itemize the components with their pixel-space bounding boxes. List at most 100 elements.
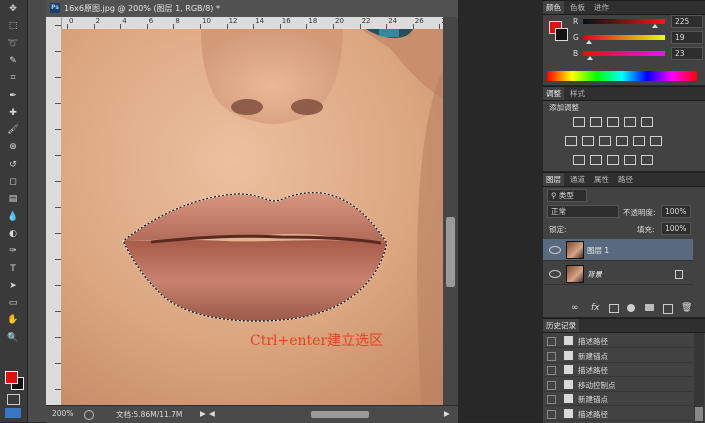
quick-select-tool[interactable]: ✎ [6,55,20,67]
document-tab[interactable]: Ps 16x6原图.jpg @ 200% (图层 1, RGB/8) * [46,0,458,18]
posterize-icon[interactable] [590,155,602,165]
quick-mask-button[interactable] [7,394,20,405]
levels-icon[interactable] [590,117,602,127]
history-item[interactable]: 新建锚点 [543,393,693,406]
status-arrow-icon[interactable]: ▶ [200,409,206,418]
history-checkbox[interactable] [547,351,556,361]
eraser-tool[interactable]: ◻ [6,176,20,188]
threshold-icon[interactable] [607,155,619,165]
new-layer-icon[interactable] [663,304,673,314]
tab-styles[interactable]: 样式 [567,87,588,100]
history-brush-tool[interactable]: ↺ [6,159,20,171]
lasso-tool[interactable]: ➰ [6,38,20,50]
visibility-eye-icon[interactable] [549,246,561,254]
crop-tool[interactable]: ⌗ [6,72,20,84]
history-scrollbar[interactable] [694,333,704,423]
horizontal-scrollbar-thumb[interactable] [311,411,369,418]
vibrance-icon[interactable] [641,117,653,127]
tab-channels[interactable]: 通道 [567,173,588,186]
shape-tool[interactable]: ▭ [6,297,20,309]
channel-value-input[interactable]: 225 [671,15,703,28]
zoom-tool[interactable]: 🔍 [6,332,20,344]
slider-handle[interactable] [587,56,594,60]
foreground-color-swatch[interactable] [5,371,18,384]
clone-stamp-tool[interactable]: ⊛ [6,141,20,153]
channel-mixer-icon[interactable] [633,136,645,146]
fx-icon[interactable]: fx [591,303,600,313]
history-checkbox[interactable] [547,337,556,346]
fill-input[interactable]: 100% [661,222,691,235]
visibility-eye-icon[interactable] [549,270,561,278]
marquee-tool[interactable]: ⬚ [6,20,20,32]
dodge-tool[interactable]: ◐ [6,228,20,240]
tab-swatches[interactable]: 色板 [567,1,588,14]
exposure-icon[interactable] [624,117,636,127]
tab-paths[interactable]: 路径 [615,173,636,186]
curves-icon[interactable] [607,117,619,127]
history-item[interactable]: 描述路径 [543,335,693,348]
slider-handle[interactable] [652,24,659,28]
delete-layer-icon[interactable]: 🗑 [681,303,692,313]
link-layers-icon[interactable]: ∞ [571,303,579,313]
layer-row[interactable]: 图层 1 [543,239,693,261]
brush-tool[interactable]: 🖌 [6,124,20,136]
pen-tool[interactable]: ✑ [6,245,20,257]
tab-adjustments[interactable]: 调整 [543,87,564,100]
crop-icon: ⌗ [10,73,16,84]
hand-tool[interactable]: ✋ [6,314,20,326]
blend-mode-select[interactable]: 正常 [547,205,619,218]
tab-color[interactable]: 颜色 [543,1,564,14]
history-scroll-thumb[interactable] [695,407,703,421]
color-balance-icon[interactable] [582,136,594,146]
history-checkbox[interactable] [547,409,556,419]
channel-slider[interactable] [583,19,665,28]
history-checkbox[interactable] [547,366,556,375]
channel-value-input[interactable]: 23 [671,47,703,60]
group-folder-icon[interactable] [645,304,654,311]
gradient-tool[interactable]: ▤ [6,193,20,205]
tab-properties[interactable]: 属性 [591,173,612,186]
bg-color-swatch[interactable] [555,28,568,41]
status-info-icon[interactable] [84,410,94,420]
channel-value-input[interactable]: 19 [671,31,703,44]
history-item[interactable]: 描述路径 [543,364,693,377]
black-white-icon[interactable] [599,136,611,146]
screen-mode-button[interactable] [5,408,21,418]
layer-row[interactable]: 背景 [543,263,693,285]
eyedropper-tool[interactable]: ✒ [6,90,20,102]
type-tool[interactable]: T [6,263,20,275]
blur-tool[interactable]: 💧 [6,211,20,223]
history-item[interactable]: 新建锚点 [543,350,693,363]
color-spectrum[interactable] [547,71,697,81]
channel-slider[interactable] [583,51,665,60]
tab-history[interactable]: 历史记录 [543,319,579,332]
history-item[interactable]: 移动控制点 [543,379,693,392]
hue-saturation-icon[interactable] [565,136,577,146]
zoom-level[interactable]: 200% [52,409,73,418]
brightness-icon[interactable] [573,117,585,127]
vertical-scrollbar[interactable] [443,17,458,405]
mask-icon[interactable] [609,304,619,313]
tab-tools[interactable]: 进作 [591,1,612,14]
history-checkbox[interactable] [547,395,556,404]
healing-brush-tool[interactable]: ✚ [6,107,20,119]
scroll-left-icon[interactable]: ◀ [209,409,215,418]
move-tool[interactable]: ✥ [6,3,20,15]
channel-slider[interactable] [583,35,665,44]
invert-icon[interactable] [573,155,585,165]
opacity-input[interactable]: 100% [661,205,691,218]
gradient-map-icon[interactable] [624,155,636,165]
layer-filter-select[interactable]: ⚲ 类型 [547,189,587,202]
slider-handle[interactable] [586,40,593,44]
color-lookup-icon[interactable] [650,136,662,146]
tab-layers[interactable]: 图层 [543,173,564,186]
scroll-right-icon[interactable]: ▶ [444,409,450,418]
path-select-tool[interactable]: ➤ [6,280,20,292]
photo-filter-icon[interactable] [616,136,628,146]
quick-select-icon: ✎ [9,55,17,66]
history-checkbox[interactable] [547,380,556,390]
adjustment-layer-icon[interactable] [627,304,635,312]
selective-color-icon[interactable] [641,155,653,165]
history-item[interactable]: 描述路径 [543,408,693,421]
scrollbar-thumb[interactable] [446,217,455,287]
